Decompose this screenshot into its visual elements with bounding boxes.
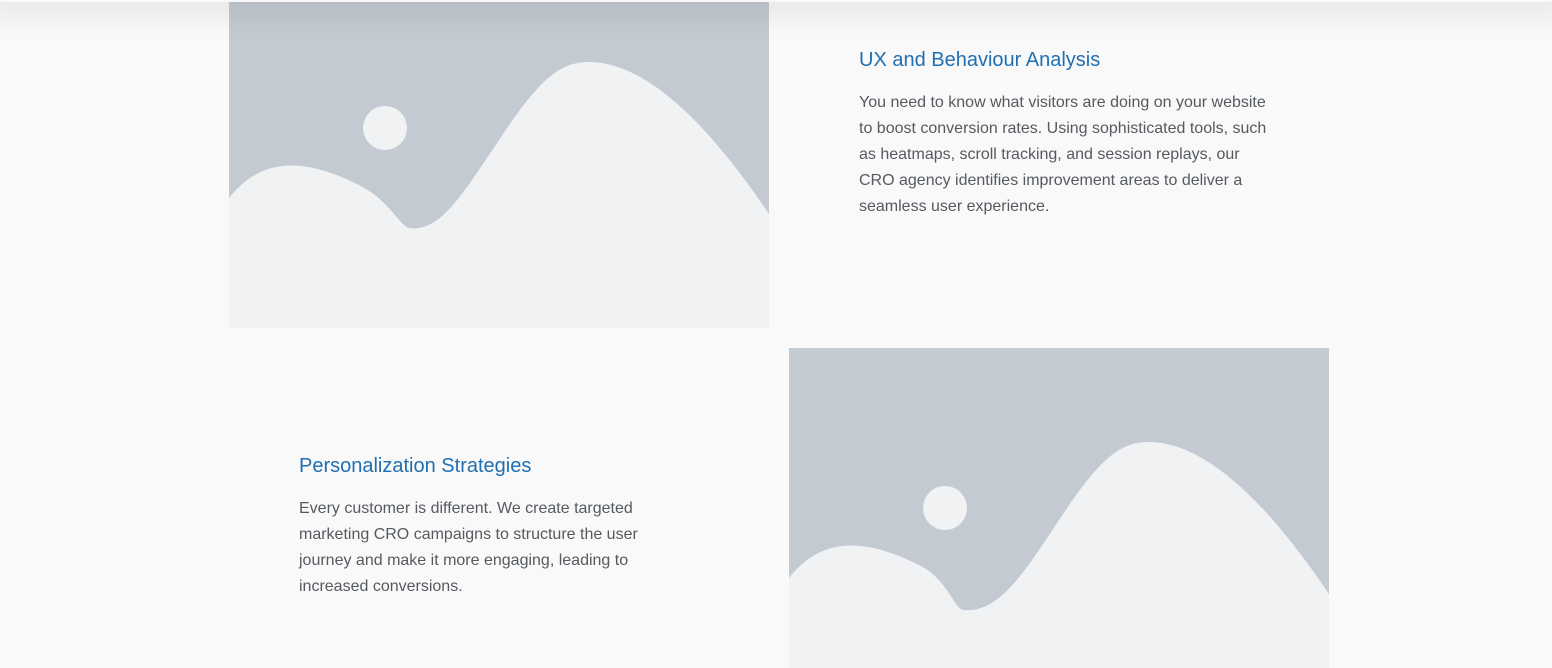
feature-text-ux: You need to know what visitors are doing…	[859, 94, 1267, 215]
header-shadow	[0, 0, 1552, 2]
image-placeholder-icon	[789, 348, 1329, 668]
feature-image-ux	[229, 0, 769, 328]
feature-text-personalization: Every customer is different. We create t…	[299, 500, 638, 595]
feature-title-personalization: Personalization Strategies	[299, 455, 532, 477]
feature-image-personalization	[789, 348, 1329, 668]
image-placeholder-icon	[229, 0, 769, 328]
feature-title-ux: UX and Behaviour Analysis	[859, 49, 1101, 71]
